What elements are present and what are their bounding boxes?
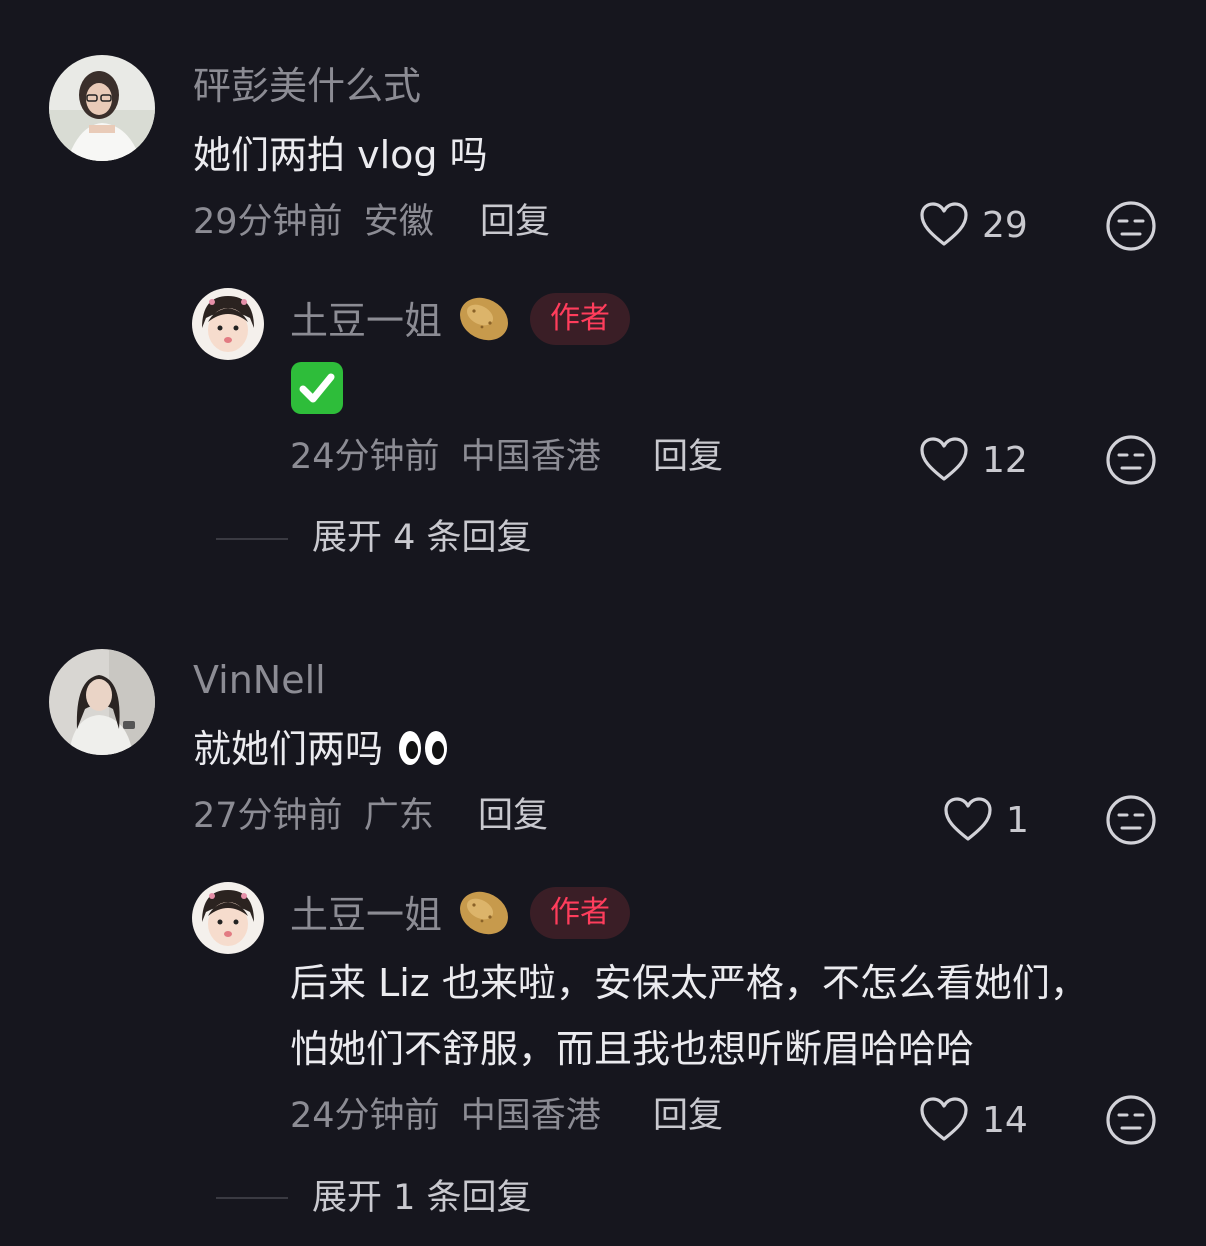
reply-time: 24分钟前 — [290, 437, 440, 477]
expand-replies-button[interactable]: 展开 1 条回复 — [312, 1181, 532, 1216]
author-badge: 作者 — [530, 293, 630, 345]
like-count: 14 — [982, 1100, 1028, 1141]
reply-button[interactable]: 回复 — [480, 205, 550, 240]
comment-text: 就她们两吗 — [193, 728, 449, 774]
reply-button[interactable]: 回复 — [478, 799, 548, 834]
dislike-button[interactable] — [1105, 434, 1157, 490]
reply-button[interactable]: 回复 — [653, 1099, 723, 1134]
author-badge: 作者 — [530, 887, 630, 939]
comment-meta: 29分钟前 安徽 — [193, 205, 434, 240]
unamused-face-icon — [1105, 201, 1157, 256]
reply-meta: 24分钟前 中国香港 — [290, 440, 601, 475]
like-count: 12 — [982, 440, 1028, 481]
reply-username[interactable]: 土豆一姐 — [290, 896, 442, 934]
like-count: 29 — [982, 205, 1028, 246]
like-count: 1 — [1006, 800, 1029, 841]
avatar[interactable] — [49, 649, 155, 755]
reply-text-line2: 怕她们不舒服，而且我也想听断眉哈哈哈 — [290, 1027, 975, 1071]
heart-outline-icon — [918, 200, 970, 252]
comment-text-content: 就她们两吗 — [193, 727, 384, 771]
dislike-button[interactable] — [1105, 1094, 1157, 1150]
white-check-mark-emoji — [291, 362, 343, 414]
potato-emoji — [456, 887, 512, 943]
like-button[interactable]: 14 — [918, 1095, 1028, 1147]
comment-location: 安徽 — [363, 202, 434, 242]
expand-replies-button[interactable]: 展开 4 条回复 — [312, 521, 532, 556]
unamused-face-icon — [1105, 1095, 1157, 1150]
avatar[interactable] — [192, 288, 264, 360]
expand-divider — [216, 1197, 288, 1199]
unamused-face-icon — [1105, 435, 1157, 490]
dislike-button[interactable] — [1105, 200, 1157, 256]
heart-outline-icon — [918, 1095, 970, 1147]
comment-time: 27分钟前 — [193, 796, 343, 836]
reply-time: 24分钟前 — [290, 1096, 440, 1136]
avatar[interactable] — [192, 882, 264, 954]
avatar[interactable] — [49, 55, 155, 161]
comment-text: 她们两拍 vlog 吗 — [193, 133, 488, 177]
eyes-emoji — [397, 728, 449, 774]
like-button[interactable]: 29 — [918, 200, 1028, 252]
like-button[interactable]: 1 — [942, 795, 1029, 847]
expand-divider — [216, 538, 288, 540]
comment-time: 29分钟前 — [193, 202, 343, 242]
potato-emoji — [456, 293, 512, 349]
comment-username[interactable]: VinNell — [193, 661, 326, 699]
reply-location: 中国香港 — [460, 1096, 601, 1136]
comment-location: 广东 — [363, 796, 434, 836]
reply-button[interactable]: 回复 — [653, 440, 723, 475]
dislike-button[interactable] — [1105, 794, 1157, 850]
reply-meta: 24分钟前 中国香港 — [290, 1099, 601, 1134]
reply-location: 中国香港 — [460, 437, 601, 477]
comment-meta: 27分钟前 广东 — [193, 799, 434, 834]
reply-username[interactable]: 土豆一姐 — [290, 302, 442, 340]
comment-username[interactable]: 砰彭美什么式 — [193, 67, 421, 105]
like-button[interactable]: 12 — [918, 435, 1028, 487]
unamused-face-icon — [1105, 795, 1157, 850]
heart-outline-icon — [918, 435, 970, 487]
heart-outline-icon — [942, 795, 994, 847]
reply-text-line1: 后来 Liz 也来啦，安保太严格，不怎么看她们， — [290, 961, 1088, 1005]
